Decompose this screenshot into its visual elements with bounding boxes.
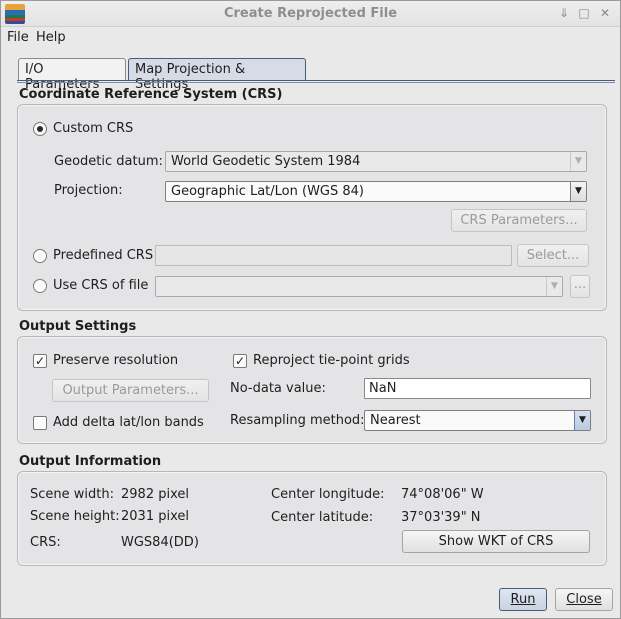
chevron-down-icon: ▼ bbox=[574, 411, 590, 430]
output-settings-title: Output Settings bbox=[19, 319, 137, 334]
menu-file[interactable]: File bbox=[7, 30, 29, 45]
tab-io-parameters[interactable]: I/O Parameters bbox=[18, 58, 126, 92]
run-button[interactable]: Run bbox=[499, 588, 547, 611]
add-delta-label: Add delta lat/lon bands bbox=[53, 415, 204, 430]
maximize-icon[interactable]: □ bbox=[577, 6, 591, 20]
chevron-down-icon: ▼ bbox=[570, 182, 586, 201]
menu-help[interactable]: Help bbox=[36, 30, 66, 45]
crs-info-value: WGS84(DD) bbox=[121, 535, 199, 550]
center-longitude-label: Center longitude: bbox=[271, 487, 385, 502]
predefined-crs-field[interactable] bbox=[155, 245, 512, 266]
tab-map-projection-settings[interactable]: Map Projection & Settings bbox=[128, 58, 306, 92]
projection-select[interactable]: Geographic Lat/Lon (WGS 84) ▼ bbox=[165, 181, 587, 202]
no-data-input[interactable]: NaN bbox=[364, 378, 591, 399]
browse-file-button[interactable]: ... bbox=[570, 275, 590, 298]
output-parameters-button[interactable]: Output Parameters... bbox=[52, 379, 209, 402]
predefined-crs-radio[interactable] bbox=[33, 249, 47, 263]
tab-underline bbox=[17, 80, 615, 83]
geodetic-datum-select[interactable]: World Geodetic System 1984 ▼ bbox=[165, 151, 587, 172]
custom-crs-label: Custom CRS bbox=[53, 121, 134, 136]
center-latitude-value: 37°03'39" N bbox=[401, 510, 481, 525]
geodetic-datum-value: World Geodetic System 1984 bbox=[171, 154, 361, 169]
use-crs-of-file-label: Use CRS of file bbox=[53, 278, 149, 293]
geodetic-datum-label: Geodetic datum: bbox=[54, 154, 163, 169]
use-crs-of-file-radio[interactable] bbox=[33, 279, 47, 293]
close-button[interactable]: Close bbox=[555, 588, 613, 611]
menu-bar: File Help bbox=[1, 27, 620, 49]
chevron-down-icon: ▼ bbox=[546, 277, 562, 296]
no-data-label: No-data value: bbox=[230, 381, 326, 396]
center-longitude-value: 74°08'06" W bbox=[401, 487, 484, 502]
crs-file-select[interactable]: ▼ bbox=[155, 276, 563, 297]
reproject-tie-point-label: Reproject tie-point grids bbox=[253, 353, 410, 368]
close-icon[interactable]: ✕ bbox=[598, 6, 612, 20]
select-crs-button[interactable]: Select... bbox=[517, 244, 589, 267]
dialog-window: Create Reprojected File ⇓ □ ✕ File Help … bbox=[0, 0, 621, 619]
resampling-value: Nearest bbox=[370, 413, 421, 428]
close-button-label: Close bbox=[566, 592, 602, 607]
crs-parameters-button[interactable]: CRS Parameters... bbox=[451, 209, 587, 232]
output-info-group: Scene width: 2982 pixel Scene height: 20… bbox=[17, 471, 607, 566]
projection-value: Geographic Lat/Lon (WGS 84) bbox=[171, 184, 364, 199]
predefined-crs-label: Predefined CRS bbox=[53, 248, 154, 263]
reproject-tie-point-checkbox[interactable]: ✓ bbox=[233, 354, 247, 368]
title-bar: Create Reprojected File ⇓ □ ✕ bbox=[1, 1, 620, 27]
resampling-label: Resampling method: bbox=[230, 413, 365, 428]
custom-crs-radio[interactable] bbox=[33, 122, 47, 136]
run-button-label: Run bbox=[510, 592, 536, 607]
preserve-resolution-checkbox[interactable]: ✓ bbox=[33, 354, 47, 368]
scene-height-value: 2031 pixel bbox=[121, 509, 189, 524]
crs-group: Custom CRS Geodetic datum: World Geodeti… bbox=[17, 104, 607, 311]
projection-label: Projection: bbox=[54, 183, 123, 198]
scene-width-label: Scene width: bbox=[30, 487, 114, 502]
show-wkt-button[interactable]: Show WKT of CRS bbox=[402, 530, 590, 553]
preserve-resolution-label: Preserve resolution bbox=[53, 353, 179, 368]
minimize-icon[interactable]: ⇓ bbox=[557, 6, 571, 20]
resampling-select[interactable]: Nearest ▼ bbox=[364, 410, 591, 431]
no-data-value: NaN bbox=[369, 381, 397, 396]
window-title: Create Reprojected File bbox=[223, 6, 398, 21]
add-delta-checkbox[interactable] bbox=[33, 416, 47, 430]
crs-info-label: CRS: bbox=[30, 535, 61, 550]
crs-section-title: Coordinate Reference System (CRS) bbox=[19, 87, 283, 102]
output-info-title: Output Information bbox=[19, 454, 162, 469]
center-latitude-label: Center latitude: bbox=[271, 510, 374, 525]
scene-height-label: Scene height: bbox=[30, 509, 120, 524]
output-settings-group: ✓ Preserve resolution Output Parameters.… bbox=[17, 336, 607, 444]
chevron-down-icon: ▼ bbox=[570, 152, 586, 171]
scene-width-value: 2982 pixel bbox=[121, 487, 189, 502]
